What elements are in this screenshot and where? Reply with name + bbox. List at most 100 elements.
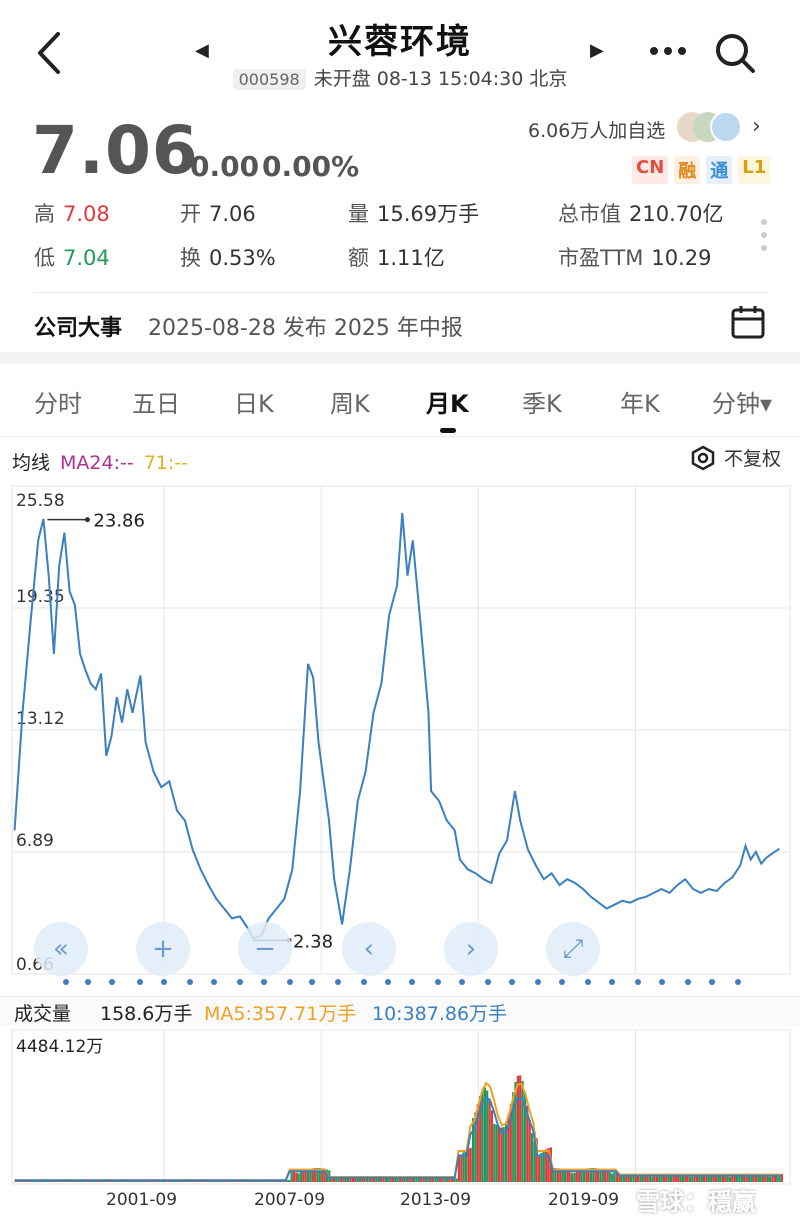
x-tick: 2013-09: [400, 1190, 472, 1210]
indicator-dot: [509, 979, 515, 985]
volume-bar: [462, 1152, 465, 1182]
tab-monthly[interactable]: 月K: [426, 384, 469, 419]
watermark: 雪球：穩赢: [636, 1188, 756, 1216]
tab-yearly[interactable]: 年K: [620, 384, 660, 419]
search-icon[interactable]: [712, 30, 758, 76]
next-stock-icon[interactable]: ▶: [590, 40, 604, 61]
volume-bar: [766, 1176, 769, 1182]
watchers-count[interactable]: 6.06万人加自选: [528, 116, 665, 143]
x-tick: 2001-09: [106, 1190, 178, 1210]
volume-bar: [611, 1173, 614, 1182]
volume-ma5-line: [14, 1081, 781, 1182]
volume-bar: [295, 1172, 298, 1182]
event-text[interactable]: 2025-08-28 发布 2025 年中报: [148, 310, 463, 342]
indicator-dot: [585, 979, 591, 985]
volume-bar: [502, 1127, 505, 1182]
indicator-dot: [237, 979, 243, 985]
settings-hex-icon: [691, 445, 715, 470]
badge-margin: 融: [674, 156, 701, 184]
stat-mktcap: 总市值 210.70亿: [558, 202, 724, 226]
volume-ma5: MA5:357.71万手: [204, 1003, 357, 1025]
stock-code: 000598: [232, 69, 306, 90]
price-chart-svg: 25.5819.3513.126.890.6623.862.38: [11, 485, 791, 985]
fullscreen-icon[interactable]: ⤢: [546, 922, 600, 976]
indicator-dot: [137, 979, 143, 985]
zoom-out-icon[interactable]: −: [238, 922, 292, 976]
volume-bar: [497, 1126, 501, 1182]
volume-bar: [486, 1090, 489, 1182]
stat-open: 开 7.06: [180, 202, 256, 226]
indicator-dot: [335, 979, 341, 985]
volume-bar: [764, 1175, 767, 1182]
volume-bar: [335, 1178, 338, 1182]
volume-bar: [528, 1120, 531, 1182]
volume-max-label: 4484.12万: [16, 1037, 103, 1057]
price-change: 0.00: [190, 150, 260, 183]
chevron-right-icon[interactable]: ›: [752, 114, 761, 139]
x-tick: 2019-09: [548, 1190, 620, 1210]
indicator-dot: [409, 979, 415, 985]
indicator-dot: [63, 979, 69, 985]
volume-bar: [606, 1171, 609, 1182]
volume-bar: [575, 1172, 578, 1182]
volume-bar: [297, 1173, 300, 1182]
tab-daily[interactable]: 日K: [234, 384, 274, 419]
tab-minute[interactable]: 分钟▾: [712, 384, 772, 419]
volume-legend: 成交量 158.6万手 MA5:357.71万手 10:387.86万手: [0, 996, 800, 1026]
volume-bar: [566, 1171, 569, 1182]
volume-chart[interactable]: 4484.12万: [0, 1028, 800, 1188]
volume-bar: [337, 1178, 340, 1182]
indicator-dot: [659, 979, 665, 985]
indicator-dot: [535, 979, 541, 985]
avatar[interactable]: [676, 110, 746, 144]
indicator-dot: [485, 979, 491, 985]
current-price: 7.06: [32, 112, 199, 189]
tab-weekly[interactable]: 周K: [330, 384, 370, 419]
scroll-right-icon[interactable]: ›: [444, 922, 498, 976]
volume-bar: [545, 1149, 548, 1182]
tab-5day[interactable]: 五日: [132, 384, 180, 419]
indicator-dot: [161, 979, 167, 985]
y-tick-label: 25.58: [16, 491, 65, 511]
calendar-icon[interactable]: [730, 304, 766, 340]
indicator-dot: [309, 979, 315, 985]
price-change-pct: 0.00%: [262, 150, 360, 183]
badge-l1: L1: [738, 156, 771, 184]
stock-name: 兴蓉环境: [328, 22, 472, 62]
header: ◀ 兴蓉环境 ▶ 000598 未开盘 08-13 15:04:30 北京: [0, 0, 800, 100]
indicator-dot: [211, 979, 217, 985]
zoom-in-icon[interactable]: +: [136, 922, 190, 976]
volume-bar: [488, 1098, 491, 1182]
indicator-dot: [109, 979, 115, 985]
market-status: 未开盘 08-13 15:04:30 北京: [313, 68, 568, 90]
volume-ma10-line: [14, 1095, 781, 1182]
ma71-value: 71:--: [143, 452, 188, 474]
volume-bar: [568, 1172, 571, 1182]
indicator-dot: [635, 979, 641, 985]
volume-bar: [780, 1174, 783, 1182]
stat-high: 高 7.08: [34, 202, 110, 226]
volume-bar: [469, 1147, 472, 1182]
price-chart[interactable]: 25.58 19.35 13.12 6.89 0.66 23.86 2.38: [0, 474, 800, 994]
tab-intraday[interactable]: 分时: [34, 384, 82, 419]
volume-bar: [516, 1075, 519, 1182]
indicator-dot: [187, 979, 193, 985]
section-separator: [0, 352, 800, 364]
high-annotation: 23.86: [93, 511, 145, 532]
status-line: 000598 未开盘 08-13 15:04:30 北京: [0, 64, 800, 91]
rewind-icon[interactable]: «: [34, 922, 88, 976]
volume-bar: [460, 1154, 463, 1182]
more-icon[interactable]: [648, 36, 688, 66]
volume-bar: [292, 1171, 295, 1182]
volume-bar: [415, 1178, 418, 1182]
expand-dots-icon[interactable]: [760, 218, 768, 252]
indicator-dot: [559, 979, 565, 985]
adjust-toggle[interactable]: 不复权: [690, 444, 781, 471]
tab-quarterly[interactable]: 季K: [522, 384, 562, 419]
indicator-dot: [609, 979, 615, 985]
high-marker-dot: [84, 517, 90, 523]
event-label: 公司大事: [34, 316, 123, 341]
scroll-left-icon[interactable]: ‹: [342, 922, 396, 976]
indicator-dot: [735, 979, 741, 985]
volume-bar: [500, 1127, 503, 1182]
